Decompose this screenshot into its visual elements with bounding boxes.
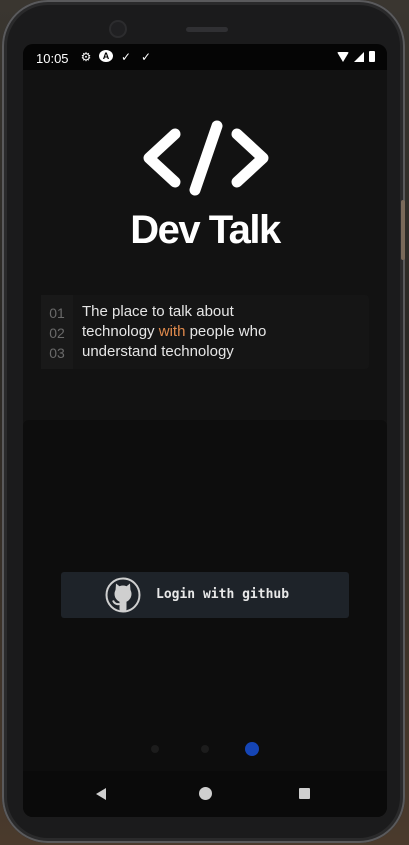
tagline-line-2: technology with people who (82, 322, 266, 342)
checkmark-icon: ✓ (120, 50, 132, 64)
github-icon (105, 577, 141, 613)
home-icon[interactable] (199, 787, 212, 800)
earpiece-speaker (186, 27, 228, 32)
tagline-line-3: understand technology (82, 343, 234, 360)
status-bar: 10:05 ⚙ A ✓ ✓ (23, 44, 387, 70)
line-number: 02 (49, 325, 65, 341)
code-brackets-icon (143, 120, 269, 196)
tagline-accent-word: with (158, 323, 186, 340)
page-dot[interactable] (151, 745, 159, 753)
login-button-label: Login with github (156, 587, 290, 602)
line-number: 01 (49, 305, 65, 321)
front-camera (111, 22, 125, 36)
app-screen: 10:05 ⚙ A ✓ ✓ Dev Talk 01 02 03 The plac… (23, 44, 387, 817)
line-number-gutter: 01 02 03 (41, 295, 73, 369)
tagline-text: The place to talk about technology with … (73, 295, 266, 369)
notification-icons: ⚙ A ✓ ✓ (79, 50, 153, 64)
checkmark-icon: ✓ (140, 50, 152, 64)
system-navigation-bar (23, 771, 387, 817)
status-time: 10:05 (36, 51, 69, 66)
tagline-text-segment: technology (82, 323, 159, 340)
tagline-text-segment: people who (185, 323, 267, 340)
app-title: Dev Talk (130, 208, 281, 252)
a-badge-icon: A (99, 50, 113, 62)
page-dot-active[interactable] (245, 742, 259, 756)
login-panel (23, 420, 387, 817)
battery-icon (369, 51, 375, 62)
power-button (401, 200, 405, 260)
page-indicator (23, 742, 387, 756)
line-number: 03 (49, 345, 65, 361)
wifi-icon (337, 51, 349, 62)
gear-icon: ⚙ (80, 50, 92, 64)
recents-icon[interactable] (299, 788, 310, 799)
back-icon[interactable] (96, 788, 106, 800)
page-dot[interactable] (201, 745, 209, 753)
tagline-code-block: 01 02 03 The place to talk about technol… (41, 295, 369, 369)
login-with-github-button[interactable]: Login with github (61, 572, 349, 618)
system-icons (337, 51, 375, 62)
tagline-line-1: The place to talk about (82, 303, 234, 320)
signal-icon (354, 51, 364, 62)
